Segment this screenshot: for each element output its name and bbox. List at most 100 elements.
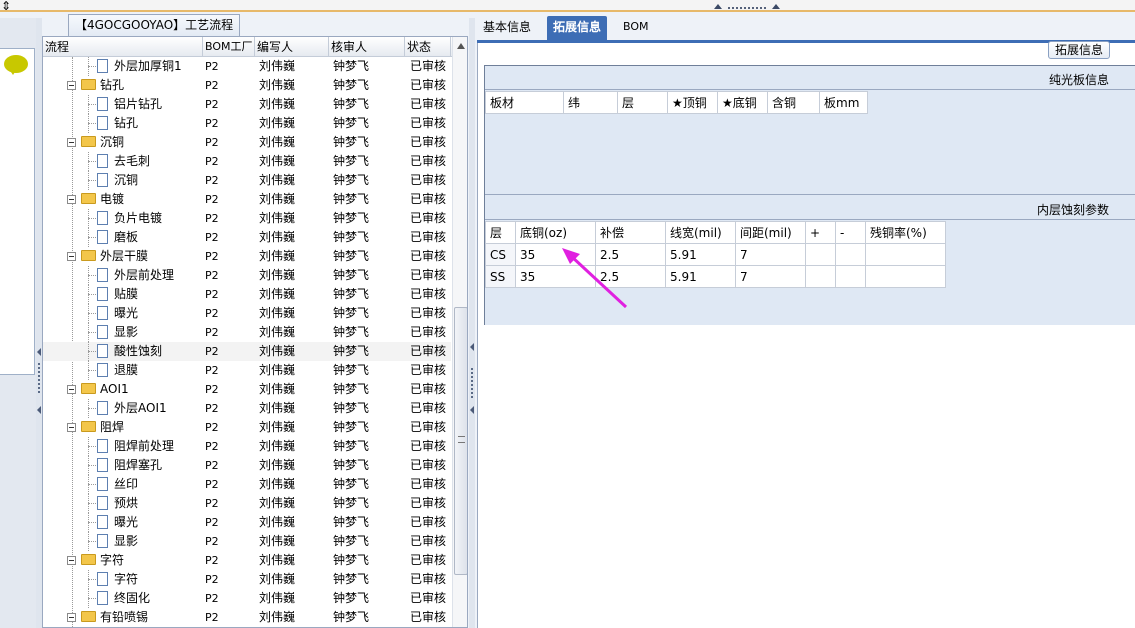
table-cell[interactable] bbox=[835, 265, 866, 288]
tree-scrollbar[interactable] bbox=[452, 37, 467, 627]
col-header-writer[interactable]: 编写人 bbox=[255, 37, 329, 57]
column-header[interactable]: ★底铜 bbox=[717, 91, 768, 114]
table-cell[interactable]: 35 bbox=[515, 243, 596, 266]
tree-node-label[interactable]: 曝光 bbox=[97, 513, 138, 532]
tree-row[interactable]: 显影 P2 刘伟巍 钟梦飞 已审核 bbox=[43, 323, 451, 342]
table-cell[interactable]: 35 bbox=[515, 265, 596, 288]
tree-row[interactable]: 贴膜 P2 刘伟巍 钟梦飞 已审核 bbox=[43, 285, 451, 304]
tree-node-label[interactable]: 终固化 bbox=[97, 589, 150, 608]
tree-row[interactable]: 外层AOI1 P2 刘伟巍 钟梦飞 已审核 bbox=[43, 399, 451, 418]
tree-row[interactable]: 阻焊 P2 刘伟巍 钟梦飞 已审核 bbox=[43, 418, 451, 437]
col-header-status[interactable]: 状态 bbox=[405, 37, 451, 57]
collapse-toggle-icon[interactable] bbox=[67, 81, 76, 90]
tree-node-label[interactable]: 预烘 bbox=[97, 494, 138, 513]
tree-row[interactable]: 酸性蚀刻 P2 刘伟巍 钟梦飞 已审核 bbox=[43, 342, 451, 361]
tree-row[interactable]: 丝印 P2 刘伟巍 钟梦飞 已审核 bbox=[43, 475, 451, 494]
table-cell[interactable]: 5.91 bbox=[665, 243, 736, 266]
tree-node-label[interactable]: 电镀 bbox=[81, 190, 124, 209]
tree-row[interactable]: 曝光 P2 刘伟巍 钟梦飞 已审核 bbox=[43, 304, 451, 323]
column-header[interactable]: + bbox=[805, 221, 836, 244]
tab-basic-info[interactable]: 基本信息 bbox=[477, 16, 537, 40]
tree-node-label[interactable]: 沉铜 bbox=[97, 171, 138, 190]
tree-row[interactable]: 钻孔 P2 刘伟巍 钟梦飞 已审核 bbox=[43, 114, 451, 133]
collapse-toggle-icon[interactable] bbox=[67, 195, 76, 204]
tree-node-label[interactable]: 显影 bbox=[97, 323, 138, 342]
col-header-bom[interactable]: BOM工厂 bbox=[203, 37, 255, 57]
tree-row[interactable]: 终固化 P2 刘伟巍 钟梦飞 已审核 bbox=[43, 589, 451, 608]
col-header-process[interactable]: 流程 bbox=[43, 37, 203, 57]
collapse-grip[interactable] bbox=[714, 4, 784, 10]
col-header-reviewer[interactable]: 核审人 bbox=[329, 37, 405, 57]
tree-node-label[interactable]: 曝光 bbox=[97, 304, 138, 323]
column-header[interactable]: 残铜率(%) bbox=[865, 221, 946, 244]
column-header[interactable]: 底铜(oz) bbox=[515, 221, 596, 244]
tree-row[interactable]: 字符 P2 刘伟巍 钟梦飞 已审核 bbox=[43, 570, 451, 589]
column-header[interactable]: 纬 bbox=[563, 91, 618, 114]
table-cell[interactable] bbox=[805, 265, 836, 288]
column-header[interactable]: 补偿 bbox=[595, 221, 666, 244]
tree-row[interactable]: 去毛刺 P2 刘伟巍 钟梦飞 已审核 bbox=[43, 152, 451, 171]
column-header[interactable]: 板mm bbox=[819, 91, 868, 114]
tree-row[interactable]: 电镀 P2 刘伟巍 钟梦飞 已审核 bbox=[43, 190, 451, 209]
tree-row[interactable]: 负片电镀 P2 刘伟巍 钟梦飞 已审核 bbox=[43, 209, 451, 228]
tree-node-label[interactable]: 有铅喷锡 bbox=[81, 608, 148, 627]
table-cell[interactable]: 7 bbox=[735, 265, 806, 288]
tree-row[interactable]: 显影 P2 刘伟巍 钟梦飞 已审核 bbox=[43, 532, 451, 551]
tree-row[interactable]: 字符 P2 刘伟巍 钟梦飞 已审核 bbox=[43, 551, 451, 570]
tree-row[interactable]: 外层干膜 P2 刘伟巍 钟梦飞 已审核 bbox=[43, 247, 451, 266]
column-header[interactable]: 层 bbox=[617, 91, 668, 114]
column-header[interactable]: - bbox=[835, 221, 866, 244]
center-splitter[interactable] bbox=[469, 18, 475, 628]
table-cell[interactable]: SS bbox=[485, 265, 516, 288]
tree-row[interactable]: 预烘 P2 刘伟巍 钟梦飞 已审核 bbox=[43, 494, 451, 513]
tree-node-label[interactable]: 沉铜 bbox=[81, 133, 124, 152]
table-cell[interactable] bbox=[865, 243, 946, 266]
table-row[interactable]: CS 35 2.5 5.91 7 bbox=[485, 243, 946, 266]
tree-row[interactable]: 有铅喷锡 P2 刘伟巍 钟梦飞 已审核 bbox=[43, 608, 451, 627]
tree-node-label[interactable]: 磨板 bbox=[97, 228, 138, 247]
tree-row[interactable]: 外层加厚铜1 P2 刘伟巍 钟梦飞 已审核 bbox=[43, 57, 451, 76]
tree-row[interactable]: 沉铜 P2 刘伟巍 钟梦飞 已审核 bbox=[43, 133, 451, 152]
table-cell[interactable] bbox=[835, 243, 866, 266]
scroll-up-icon[interactable] bbox=[457, 43, 465, 49]
tree-node-label[interactable]: 阻焊塞孔 bbox=[97, 456, 162, 475]
column-header[interactable]: ★顶铜 bbox=[667, 91, 718, 114]
table-cell[interactable]: 2.5 bbox=[595, 243, 666, 266]
tree-row[interactable]: 曝光 P2 刘伟巍 钟梦飞 已审核 bbox=[43, 513, 451, 532]
tree-row[interactable]: 铝片钻孔 P2 刘伟巍 钟梦飞 已审核 bbox=[43, 95, 451, 114]
extended-info-button[interactable]: 拓展信息 bbox=[1048, 41, 1111, 59]
tree-node-label[interactable]: 钻孔 bbox=[97, 114, 138, 133]
table-cell[interactable] bbox=[865, 265, 946, 288]
collapse-toggle-icon[interactable] bbox=[67, 385, 76, 394]
tree-row[interactable]: 退膜 P2 刘伟巍 钟梦飞 已审核 bbox=[43, 361, 451, 380]
table-cell[interactable]: CS bbox=[485, 243, 516, 266]
table-cell[interactable] bbox=[805, 243, 836, 266]
tree-row[interactable]: 阻焊塞孔 P2 刘伟巍 钟梦飞 已审核 bbox=[43, 456, 451, 475]
tree-node-label[interactable]: 阻焊前处理 bbox=[97, 437, 174, 456]
tree-node-label[interactable]: 字符 bbox=[97, 570, 138, 589]
collapse-toggle-icon[interactable] bbox=[67, 252, 76, 261]
tree-node-label[interactable]: 退膜 bbox=[97, 361, 138, 380]
tree-node-label[interactable]: 外层干膜 bbox=[81, 247, 148, 266]
tab-bom[interactable]: BOM bbox=[617, 16, 655, 40]
tree-row[interactable]: 阻焊前处理 P2 刘伟巍 钟梦飞 已审核 bbox=[43, 437, 451, 456]
tree-node-label[interactable]: 贴膜 bbox=[97, 285, 138, 304]
collapse-toggle-icon[interactable] bbox=[67, 556, 76, 565]
tree-node-label[interactable]: 酸性蚀刻 bbox=[97, 342, 162, 361]
column-header[interactable]: 层 bbox=[485, 221, 516, 244]
tab-extended-info[interactable]: 拓展信息 bbox=[547, 16, 608, 40]
table-cell[interactable]: 2.5 bbox=[595, 265, 666, 288]
chat-bubble-icon[interactable] bbox=[4, 55, 28, 75]
tree-node-label[interactable]: 字符 bbox=[81, 551, 124, 570]
table-row[interactable]: SS 35 2.5 5.91 7 bbox=[485, 265, 946, 288]
tree-row[interactable]: 磨板 P2 刘伟巍 钟梦飞 已审核 bbox=[43, 228, 451, 247]
tree-row[interactable]: 钻孔 P2 刘伟巍 钟梦飞 已审核 bbox=[43, 76, 451, 95]
column-header[interactable]: 板材 bbox=[485, 91, 564, 114]
tree-node-label[interactable]: 铝片钻孔 bbox=[97, 95, 162, 114]
scroll-thumb[interactable] bbox=[454, 307, 467, 575]
tree-node-label[interactable]: 负片电镀 bbox=[97, 209, 162, 228]
move-icon[interactable]: ⇕ bbox=[1, 0, 11, 12]
collapse-toggle-icon[interactable] bbox=[67, 613, 76, 622]
tree-node-label[interactable]: 外层加厚铜1 bbox=[97, 57, 182, 76]
tree-node-label[interactable]: 外层AOI1 bbox=[97, 399, 167, 418]
